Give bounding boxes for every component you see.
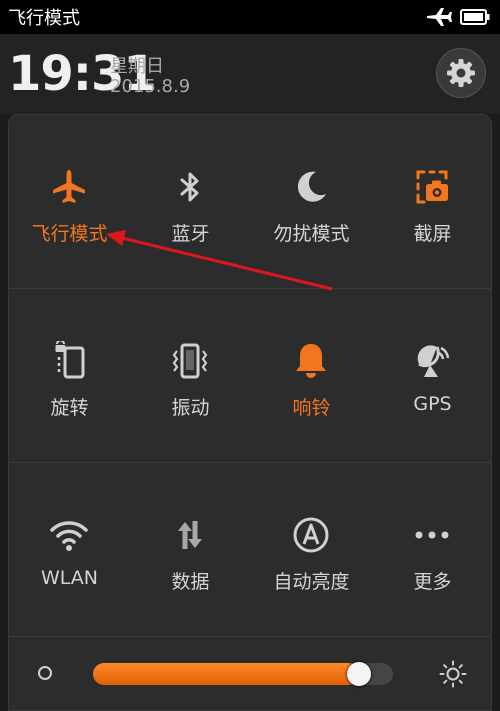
quick-settings-panel: 飞行模式 蓝牙 勿扰模式 截屏 旋转 振动 响铃 GPS WLAN 数据 自动亮… [8,114,492,711]
data-transfer-icon [178,521,202,549]
toggle-screenshot[interactable]: 截屏 [372,115,491,289]
bluetooth-icon [180,172,199,202]
gear-icon [447,59,475,87]
bell-icon [296,344,326,378]
toggle-more[interactable]: 更多 [372,463,491,637]
toggle-bluetooth[interactable]: 蓝牙 [130,115,251,289]
toggle-gps[interactable]: GPS [372,289,491,463]
weekday: 星期日 [110,56,164,77]
toggle-label: 截屏 [413,223,452,245]
more-icon [415,531,449,539]
toggle-label: GPS [413,393,452,415]
date: 2015.8.9 [110,76,191,97]
notification-header: 19:31 星期日 2015.8.9 [0,34,500,114]
toggle-label: 振动 [171,397,210,419]
vibrate-icon [172,343,208,379]
status-title: 飞行模式 [8,8,80,29]
toggle-ring[interactable]: 响铃 [251,289,372,463]
toggle-label: 数据 [171,571,210,593]
rotation-lock-icon [55,341,85,379]
auto-brightness-icon [293,517,329,553]
toggle-mobile-data[interactable]: 数据 [130,463,251,637]
brightness-slider[interactable] [93,662,393,686]
wifi-icon [50,521,88,551]
toggle-label: 旋转 [50,397,89,419]
toggle-label: WLAN [40,567,99,589]
brightness-low-icon [38,666,52,680]
gps-icon [417,345,450,377]
toggle-label: 勿扰模式 [273,223,350,245]
toggle-label: 响铃 [292,397,331,419]
toggle-airplane-mode[interactable]: 飞行模式 [9,115,130,289]
toggle-label: 蓝牙 [171,223,210,245]
toggle-row: 旋转 振动 响铃 GPS [9,289,491,463]
status-bar: 飞行模式 [0,0,500,34]
airplane-icon [427,8,452,26]
toggle-vibrate[interactable]: 振动 [130,289,251,463]
screenshot-icon [416,170,448,204]
brightness-high-icon [439,660,467,688]
toggle-wlan[interactable]: WLAN [9,463,130,637]
toggle-row: WLAN 数据 自动亮度 更多 [9,463,491,637]
airplane-icon [53,170,85,203]
battery-icon [460,9,490,25]
status-icons [426,7,490,27]
brightness-slider-fill [93,663,359,685]
toggle-rotation[interactable]: 旋转 [9,289,130,463]
brightness-slider-thumb[interactable] [347,662,371,686]
toggle-do-not-disturb[interactable]: 勿扰模式 [251,115,372,289]
brightness-control [9,637,491,710]
toggle-row: 飞行模式 蓝牙 勿扰模式 截屏 [9,115,491,289]
toggle-label: 飞行模式 [31,223,108,245]
toggle-label: 更多 [413,571,452,593]
moon-icon [297,171,326,202]
toggle-auto-brightness[interactable]: 自动亮度 [251,463,372,637]
settings-button[interactable] [436,48,486,98]
toggle-label: 自动亮度 [273,571,350,593]
